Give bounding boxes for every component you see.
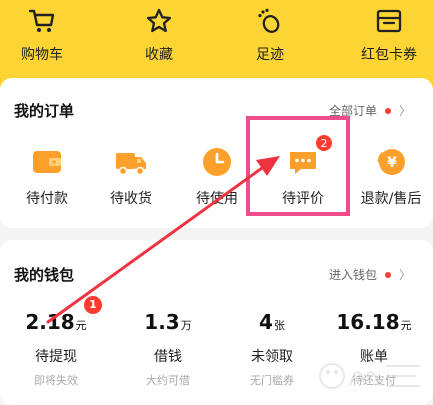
wallet-unclaimed-amount: 4: [259, 310, 273, 334]
wallet-borrow-amount: 1.3: [144, 310, 180, 334]
nav-coupons-label: 红包卡券: [361, 47, 417, 63]
wallet-unclaimed-unit: 张: [273, 319, 285, 332]
wallet-borrow-value: 1.3万: [118, 310, 218, 334]
wallet-title: 我的钱包: [14, 266, 75, 284]
wallet-withdraw-label: 待提现: [35, 349, 77, 365]
wallet-unclaimed[interactable]: 4张 未领取 无门槛券: [222, 310, 322, 388]
order-pending-review-label: 待评价: [282, 191, 324, 207]
order-pending-review[interactable]: 2 待评价: [260, 134, 346, 214]
wallet-bill-sub: 待还支付: [352, 374, 396, 387]
clock-icon: [199, 144, 235, 180]
nav-favorites-label: 收藏: [145, 47, 173, 63]
coupon-icon: [376, 9, 402, 33]
svg-text:¥: ¥: [387, 155, 397, 171]
nav-footprints[interactable]: 足迹: [225, 8, 315, 68]
wallet-unclaimed-sub: 无门槛券: [250, 374, 294, 387]
chevron-right-icon: 〉: [398, 104, 411, 118]
footprint-icon: [258, 8, 280, 33]
withdraw-badge: 1: [84, 296, 102, 314]
review-count-badge: 2: [315, 134, 333, 152]
all-orders-link[interactable]: 全部订单 〉: [329, 102, 411, 119]
wallet-notification-dot: [384, 272, 391, 278]
wallet-bill[interactable]: 16.18元 账单 待还支付: [324, 310, 424, 388]
order-pending-payment[interactable]: 待付款: [4, 144, 90, 214]
nav-coupons[interactable]: 红包卡券: [344, 8, 433, 68]
wallet-bill-label: 账单: [360, 349, 388, 365]
wallet-bill-amount: 16.18: [336, 310, 400, 334]
cart-icon: [28, 9, 55, 32]
notification-dot: [384, 108, 391, 114]
wallet-borrow-sub: 大约可借: [146, 374, 190, 387]
orders-title: 我的订单: [14, 102, 75, 120]
order-pending-receipt[interactable]: 待收货: [88, 144, 174, 214]
order-refund-label: 退款/售后: [360, 191, 422, 207]
truck-icon: [113, 144, 149, 180]
wallet-withdraw-sub: 即将失效: [34, 374, 78, 387]
chevron-right-icon: 〉: [398, 268, 411, 282]
star-icon: [146, 8, 172, 33]
nav-footprints-label: 足迹: [256, 47, 284, 63]
order-pending-use[interactable]: 待使用: [174, 144, 260, 214]
wallet-borrow-label: 借钱: [154, 349, 182, 365]
wallet-bill-unit: 元: [400, 319, 412, 332]
wallet-withdraw-amount: 2.18: [25, 310, 75, 334]
order-pending-use-label: 待使用: [196, 191, 238, 207]
wallet-unclaimed-label: 未领取: [251, 349, 293, 365]
enter-wallet-link[interactable]: 进入钱包 〉: [329, 266, 411, 283]
nav-cart[interactable]: 购物车: [0, 8, 87, 68]
comment-icon: 2: [285, 134, 333, 180]
order-pending-payment-label: 待付款: [26, 191, 68, 207]
wallet-borrow-unit: 万: [180, 319, 192, 332]
refund-icon: ¥: [373, 144, 409, 180]
wallet-bill-value: 16.18元: [324, 310, 424, 334]
wallet-borrow[interactable]: 1.3万 借钱 大约可借: [118, 310, 218, 388]
order-refund[interactable]: ¥ 退款/售后: [348, 144, 433, 214]
nav-cart-label: 购物车: [21, 47, 63, 63]
wallet-withdraw[interactable]: 2.18元 1 待提现 即将失效: [6, 296, 106, 388]
all-orders-label: 全部订单: [328, 104, 377, 118]
order-pending-receipt-label: 待收货: [110, 191, 152, 207]
wallet-unclaimed-value: 4张: [222, 310, 322, 334]
nav-favorites[interactable]: 收藏: [114, 8, 204, 68]
wallet-withdraw-unit: 元: [75, 319, 87, 332]
wallet-withdraw-value: 2.18元 1: [6, 296, 106, 334]
enter-wallet-label: 进入钱包: [328, 268, 377, 282]
wallet-icon: [29, 144, 65, 180]
